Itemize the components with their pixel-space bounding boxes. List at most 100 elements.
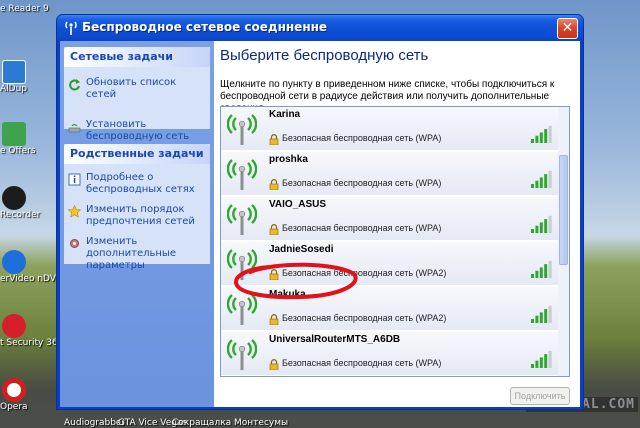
desktop-icon-aldup[interactable]: AlDup xyxy=(0,60,56,95)
signal-bar xyxy=(539,267,543,278)
play-icon xyxy=(2,250,26,274)
signal-bar xyxy=(544,129,548,143)
network-item[interactable]: JadnieSosedi Безопасная беспроводная сет… xyxy=(221,242,559,286)
change-order-link[interactable]: Изменить порядок предпочтения сетей xyxy=(64,200,210,232)
signal-bar xyxy=(531,274,534,278)
desktop-icon-montezuma[interactable]: Сокращалка Монтесумы xyxy=(172,418,288,428)
connect-button[interactable]: Подключить xyxy=(510,387,570,405)
network-security: Безопасная беспроводная сеть (WPA2) xyxy=(282,268,447,278)
desktop-icon-opera[interactable]: Opera xyxy=(0,378,56,413)
signal-bar xyxy=(539,132,543,143)
signal-bar xyxy=(544,309,548,323)
close-icon: ✕ xyxy=(561,20,574,36)
network-ssid: Karina xyxy=(269,109,301,120)
main-panel: Выберите беспроводную сеть Щелкните по п… xyxy=(214,41,580,407)
network-security: Безопасная беспроводная сеть (WPA) xyxy=(282,133,442,143)
signal-bar xyxy=(539,222,543,233)
desktop-icon-dvd[interactable]: erVideo nDVD 7 xyxy=(0,250,56,285)
desktop-icon-security[interactable]: t Security 360 xyxy=(0,314,56,349)
lock-icon xyxy=(269,179,279,190)
desktop-icon-label: e Reader 9 xyxy=(0,4,49,14)
app-icon xyxy=(2,186,26,210)
title-bar[interactable]: Беспроводное сетевое соеднненне ✕ xyxy=(57,15,583,41)
security-icon xyxy=(2,314,26,338)
window-title: Беспроводное сетевое соеднненне xyxy=(82,20,328,34)
signal-bar xyxy=(548,170,552,188)
signal-bar xyxy=(539,177,543,188)
network-item[interactable]: UniversalRouterMTS_A6DB Безопасная беспр… xyxy=(221,332,559,376)
network-item[interactable]: Karina Безопасная беспроводная сеть (WPA… xyxy=(221,107,559,151)
page-title: Выберите беспроводную сеть xyxy=(220,47,429,64)
signal-bar xyxy=(544,174,548,188)
star-icon xyxy=(68,205,81,218)
settings-icon xyxy=(70,239,79,248)
signal-bar xyxy=(535,360,539,368)
advanced-settings-link[interactable]: Изменить дополнительные параметры xyxy=(64,232,210,276)
network-item[interactable]: proshka Безопасная беспроводная сеть (WP… xyxy=(221,152,559,196)
signal-bar xyxy=(535,225,539,233)
task-pane: Сетевые задачи Обновить список сетей Уст… xyxy=(60,41,214,407)
wireless-setup-icon xyxy=(68,124,81,133)
signal-bar xyxy=(531,229,534,233)
refresh-networks-link[interactable]: Обновить список сетей xyxy=(64,73,210,105)
signal-bar xyxy=(548,260,552,278)
desktop-icon-label: t Security 360 xyxy=(0,338,56,348)
signal-strength-icon xyxy=(531,305,552,323)
signal-bar xyxy=(535,315,539,323)
lock-icon xyxy=(269,314,279,325)
network-list[interactable]: Karina Безопасная беспроводная сеть (WPA… xyxy=(220,106,570,377)
desktop-icon-label: Recorder xyxy=(0,210,41,220)
signal-strength-icon xyxy=(531,260,552,278)
signal-bar xyxy=(531,184,534,188)
wireless-antenna-icon xyxy=(227,339,257,370)
wireless-icon xyxy=(65,21,77,35)
wireless-antenna-icon xyxy=(227,159,257,190)
wireless-connection-window: Беспроводное сетевое соеднненне ✕ Сетевы… xyxy=(56,14,584,410)
network-security: Безопасная беспроводная сеть (WPA) xyxy=(282,223,442,233)
change-order-label: Изменить порядок предпочтения сетей xyxy=(86,204,195,227)
network-tasks-header[interactable]: Сетевые задачи xyxy=(64,47,210,67)
refresh-icon xyxy=(69,79,80,91)
lock-icon xyxy=(269,224,279,235)
network-ssid: UniversalRouterMTS_A6DB xyxy=(269,334,401,345)
signal-bar xyxy=(535,135,539,143)
lock-icon xyxy=(269,269,279,280)
scrollbar[interactable] xyxy=(558,107,569,376)
close-button[interactable]: ✕ xyxy=(557,18,578,39)
lock-icon xyxy=(269,359,279,370)
desktop-icon-audiograbber[interactable]: Audiograbber xyxy=(64,418,125,428)
network-security: Безопасная беспроводная сеть (WPA) xyxy=(282,358,442,368)
signal-bar xyxy=(531,139,534,143)
setup-wireless-link[interactable]: Установить беспроводную сеть xyxy=(64,115,210,147)
network-ssid: VAIO_ASUS xyxy=(269,199,327,210)
desktop-icon-reader[interactable]: e Reader 9 xyxy=(0,4,56,15)
about-wireless-label: Подробнее о беспроводных сетях xyxy=(86,172,195,195)
network-item[interactable]: VAIO_ASUS Безопасная беспроводная сеть (… xyxy=(221,197,559,241)
related-tasks-group: Родственные задачи Подробнее о беспровод… xyxy=(64,144,210,271)
app-icon xyxy=(2,60,26,84)
wireless-antenna-icon xyxy=(227,204,257,235)
wireless-antenna-icon xyxy=(227,294,257,325)
opera-icon xyxy=(2,378,26,402)
related-tasks-header[interactable]: Родственные задачи xyxy=(64,144,210,164)
lock-icon xyxy=(269,134,279,145)
signal-bar xyxy=(548,350,552,368)
signal-bar xyxy=(548,125,552,143)
network-security: Безопасная беспроводная сеть (WPA2) xyxy=(282,313,447,323)
app-icon xyxy=(2,122,26,146)
signal-bar xyxy=(539,357,543,368)
about-wireless-link[interactable]: Подробнее о беспроводных сетях xyxy=(64,168,210,200)
signal-bar xyxy=(544,354,548,368)
network-item[interactable]: Makuka Безопасная беспроводная сеть (WPA… xyxy=(221,287,559,331)
refresh-networks-label: Обновить список сетей xyxy=(86,77,177,100)
signal-bar xyxy=(544,264,548,278)
desktop-icon-label: e Offers xyxy=(0,146,36,156)
signal-bar xyxy=(548,215,552,233)
network-ssid: JadnieSosedi xyxy=(269,244,334,255)
wireless-antenna-icon xyxy=(227,249,257,280)
desktop-icon-recorder[interactable]: Recorder xyxy=(0,186,56,221)
wireless-antenna-icon xyxy=(227,114,257,145)
desktop-icon-offers[interactable]: e Offers xyxy=(0,122,56,157)
scrollbar-thumb[interactable] xyxy=(559,155,568,265)
signal-bar xyxy=(539,312,543,323)
